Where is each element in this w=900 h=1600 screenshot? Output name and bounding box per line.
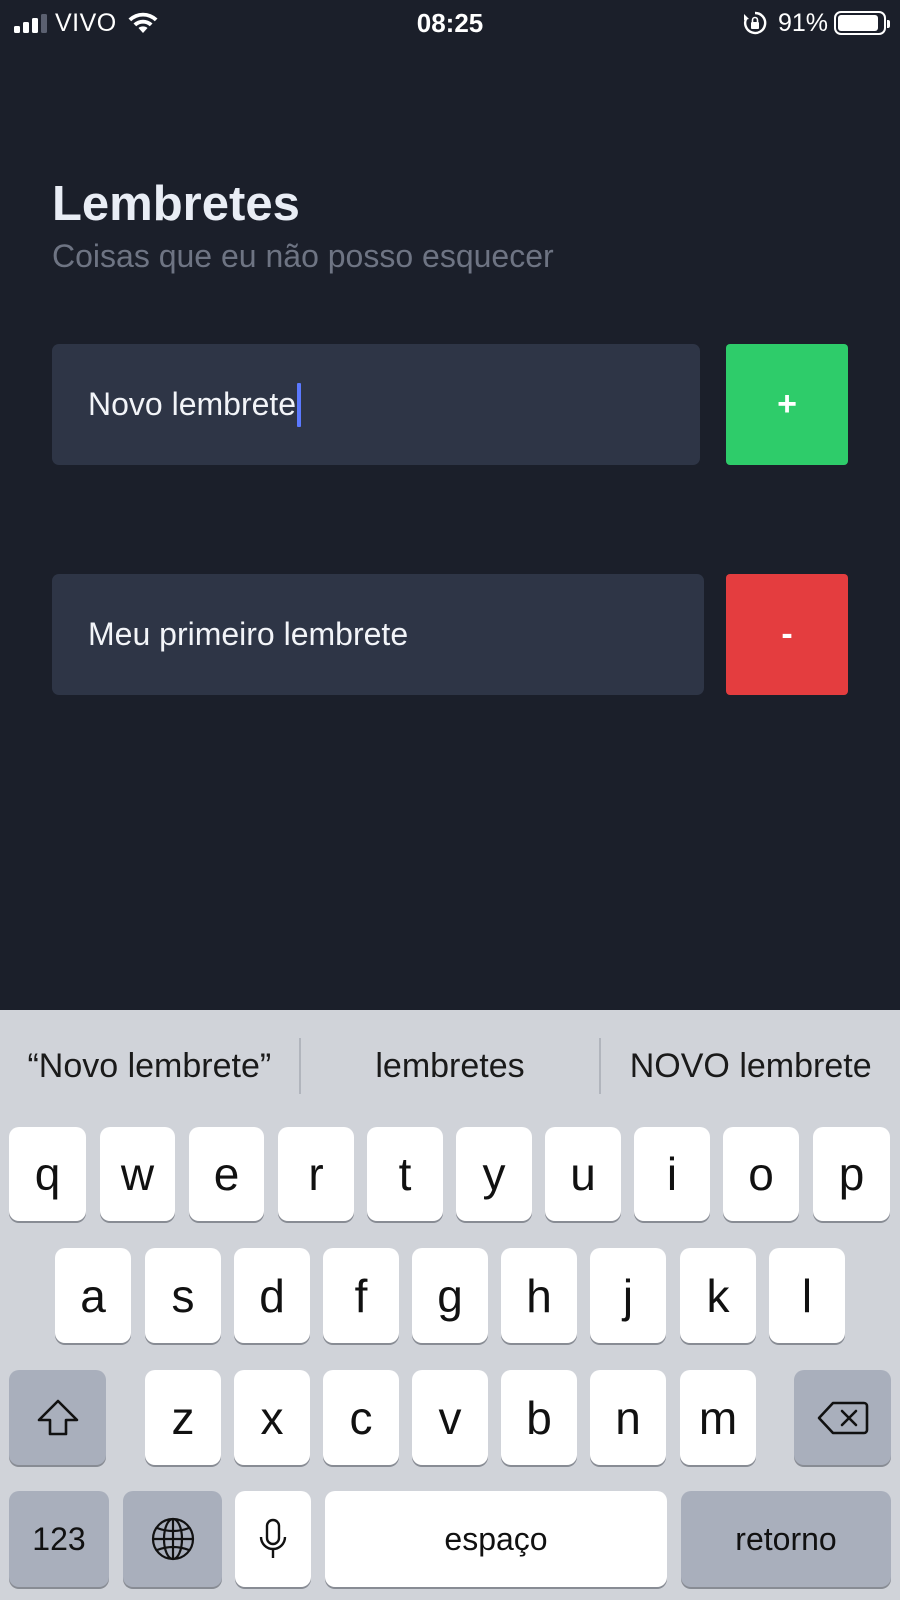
key-s[interactable]: s xyxy=(145,1248,221,1343)
key-e[interactable]: e xyxy=(189,1127,264,1221)
status-right: 91% xyxy=(742,8,890,38)
page-title: Lembretes xyxy=(52,177,300,231)
key-f[interactable]: f xyxy=(323,1248,399,1343)
backspace-key[interactable] xyxy=(794,1370,891,1465)
key-b[interactable]: b xyxy=(501,1370,577,1465)
key-c[interactable]: c xyxy=(323,1370,399,1465)
key-r[interactable]: r xyxy=(278,1127,354,1221)
key-g[interactable]: g xyxy=(412,1248,488,1343)
status-bar: VIVO 08:25 91% xyxy=(0,0,900,46)
battery-icon xyxy=(834,11,890,35)
suggestion-2[interactable]: lembretes xyxy=(301,1047,600,1086)
new-reminder-input[interactable]: Novo lembrete xyxy=(52,344,700,465)
key-u[interactable]: u xyxy=(545,1127,621,1221)
return-key[interactable]: retorno xyxy=(681,1491,891,1587)
key-y[interactable]: y xyxy=(456,1127,532,1221)
suggestion-3[interactable]: NOVO lembrete xyxy=(601,1047,900,1086)
key-i[interactable]: i xyxy=(634,1127,710,1221)
shift-icon xyxy=(37,1399,78,1435)
globe-icon xyxy=(151,1517,194,1561)
key-a[interactable]: a xyxy=(55,1248,131,1343)
suggestion-1[interactable]: “Novo lembrete” xyxy=(0,1047,299,1086)
key-w[interactable]: w xyxy=(100,1127,175,1221)
key-x[interactable]: x xyxy=(234,1370,310,1465)
dictation-key[interactable] xyxy=(235,1491,311,1587)
remove-reminder-button[interactable]: - xyxy=(726,574,848,695)
rotation-lock-icon xyxy=(743,11,767,35)
add-reminder-button[interactable]: + xyxy=(726,344,848,465)
text-caret xyxy=(297,382,302,427)
globe-key[interactable] xyxy=(123,1491,222,1587)
key-p[interactable]: p xyxy=(813,1127,890,1221)
key-v[interactable]: v xyxy=(412,1370,488,1465)
microphone-icon xyxy=(259,1518,287,1558)
numbers-key[interactable]: 123 xyxy=(9,1491,109,1587)
key-j[interactable]: j xyxy=(590,1248,666,1343)
key-l[interactable]: l xyxy=(769,1248,845,1343)
keyboard: “Novo lembrete” lembretes NOVO lembrete … xyxy=(0,1010,900,1600)
space-key[interactable]: espaço xyxy=(325,1491,667,1587)
backspace-icon xyxy=(817,1401,868,1434)
key-o[interactable]: o xyxy=(723,1127,799,1221)
suggestion-bar: “Novo lembrete” lembretes NOVO lembrete xyxy=(0,1010,900,1122)
key-n[interactable]: n xyxy=(590,1370,666,1465)
key-k[interactable]: k xyxy=(680,1248,756,1343)
key-m[interactable]: m xyxy=(680,1370,756,1465)
key-z[interactable]: z xyxy=(145,1370,221,1465)
page-subtitle: Coisas que eu não posso esquecer xyxy=(52,238,554,274)
key-q[interactable]: q xyxy=(9,1127,86,1221)
new-reminder-value: Novo lembrete xyxy=(88,386,297,422)
key-h[interactable]: h xyxy=(501,1248,577,1343)
key-t[interactable]: t xyxy=(367,1127,443,1221)
reminder-item: Meu primeiro lembrete xyxy=(52,574,704,695)
shift-key[interactable] xyxy=(9,1370,106,1465)
battery-percentage: 91% xyxy=(777,8,828,37)
reminder-text: Meu primeiro lembrete xyxy=(88,616,409,652)
key-d[interactable]: d xyxy=(234,1248,310,1343)
